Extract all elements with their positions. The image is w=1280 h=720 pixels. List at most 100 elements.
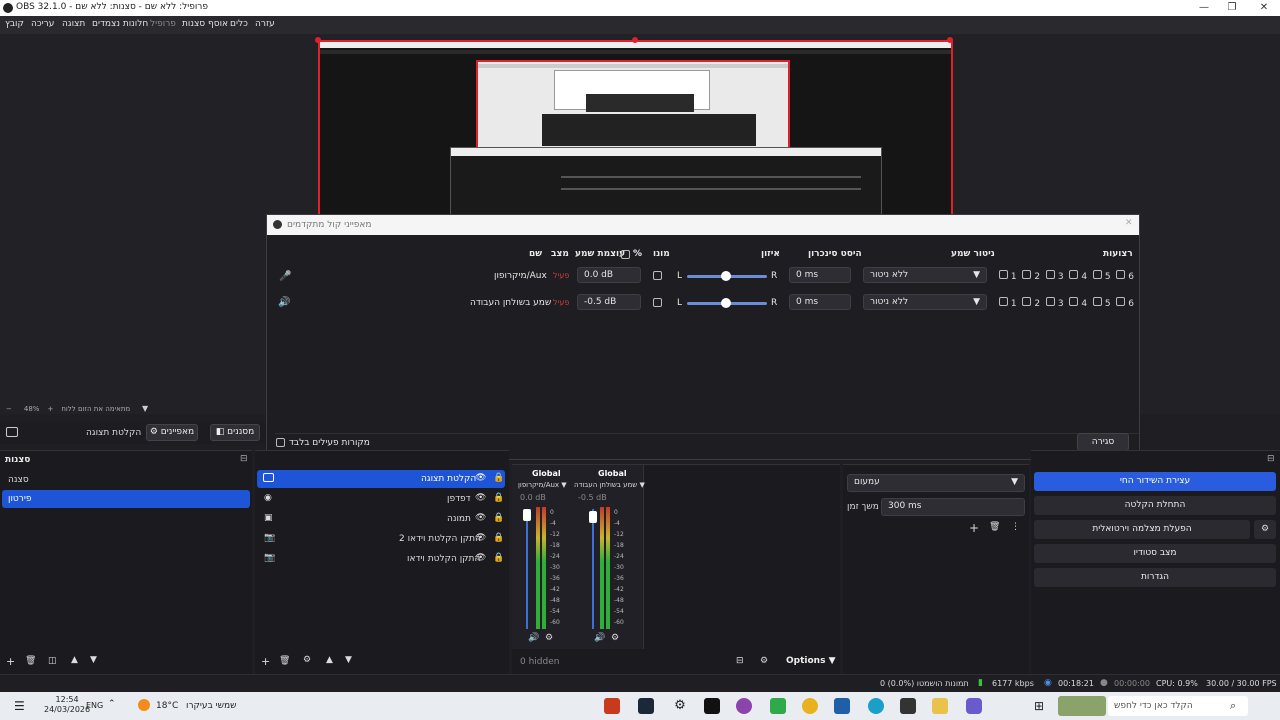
lock-icon[interactable]: 🔒: [493, 473, 504, 483]
volume-input[interactable]: 0.0 dB: [577, 267, 641, 283]
settings-button[interactable]: הגדרות: [1034, 568, 1276, 587]
scene-item-selected[interactable]: פירטון: [2, 490, 250, 508]
app-icon[interactable]: [834, 698, 850, 714]
settings-taskbar-icon[interactable]: ⚙: [672, 698, 688, 714]
duration-input[interactable]: 300 ms: [881, 498, 1025, 516]
lock-icon[interactable]: 🔒: [493, 553, 504, 563]
monitor-select[interactable]: ללא ניטור ▼: [863, 294, 987, 310]
app-icon[interactable]: [736, 698, 752, 714]
menu-view[interactable]: תצוגה: [62, 19, 85, 29]
lock-icon[interactable]: 🔒: [493, 513, 504, 523]
source-item[interactable]: ◉ דפדפן 👁 🔒: [257, 490, 505, 508]
dock-menu-icon[interactable]: ⊟: [240, 454, 248, 464]
track-checkboxes[interactable]: 1 2 3 4 5 6: [999, 297, 1134, 309]
transition-select[interactable]: עמעום ▼: [847, 474, 1025, 492]
layout-icon[interactable]: ⊟: [736, 656, 744, 666]
move-down-icon[interactable]: ▼: [90, 655, 97, 665]
mono-checkbox[interactable]: [653, 298, 662, 307]
eye-icon[interactable]: 👁: [475, 493, 486, 503]
add-source-icon[interactable]: +: [261, 655, 270, 668]
remove-scene-icon[interactable]: 🗑: [25, 656, 36, 666]
filters-button[interactable]: ◧ מסננים: [210, 424, 260, 441]
stop-streaming-button[interactable]: עצירת השידור החי: [1034, 472, 1276, 491]
remove-transition-icon[interactable]: 🗑: [989, 522, 1000, 532]
close-button[interactable]: סגירה: [1077, 433, 1129, 451]
move-down-icon[interactable]: ▼: [345, 655, 352, 665]
balance-knob[interactable]: [721, 298, 731, 308]
volume-fader[interactable]: [592, 509, 594, 629]
percent-checkbox[interactable]: [621, 250, 630, 259]
transform-handle[interactable]: [315, 37, 321, 43]
maximize-icon[interactable]: ❐: [1216, 0, 1248, 16]
transform-handle[interactable]: [632, 37, 638, 43]
mixer-channel-name[interactable]: מיקרופון/Aux ▼: [518, 481, 567, 489]
weather-text[interactable]: שמשי בעיקרו: [186, 701, 237, 711]
active-only-checkbox[interactable]: [276, 438, 285, 447]
mute-speaker-icon[interactable]: 🔊: [528, 633, 539, 643]
tray-chevron-icon[interactable]: ⌃: [108, 699, 116, 709]
task-view-icon[interactable]: ⊞: [1034, 699, 1044, 713]
search-icon[interactable]: ⌕: [1230, 699, 1236, 713]
dock-menu-icon[interactable]: ⊟: [1267, 454, 1275, 464]
eye-icon[interactable]: 👁: [475, 513, 486, 523]
source-item[interactable]: 📷 התקן הקלטת וידאו 2 👁 🔒: [257, 530, 505, 548]
source-item-selected[interactable]: הקלטת תצוגה 👁 🔒: [257, 470, 505, 488]
start-recording-button[interactable]: התחלת הקלטה: [1034, 496, 1276, 515]
menu-help[interactable]: עזרה: [255, 19, 275, 29]
move-up-icon[interactable]: ▲: [326, 655, 333, 665]
mixer-settings-icon[interactable]: ⚙: [611, 633, 619, 643]
volume-input[interactable]: -0.5 dB: [577, 294, 641, 310]
balance-knob[interactable]: [721, 271, 731, 281]
virtual-camera-settings-icon[interactable]: ⚙: [1254, 520, 1276, 539]
start-virtual-camera-button[interactable]: הפעלת מצלמה וירטואלית: [1034, 520, 1250, 539]
move-up-icon[interactable]: ▲: [71, 655, 78, 665]
add-transition-icon[interactable]: +: [969, 521, 979, 535]
track-checkboxes[interactable]: 1 2 3 4 5 6: [999, 270, 1134, 282]
eye-icon[interactable]: 👁: [475, 553, 486, 563]
sync-offset-input[interactable]: 0 ms: [789, 294, 851, 310]
lock-icon[interactable]: 🔒: [493, 493, 504, 503]
volume-fader[interactable]: [526, 509, 528, 629]
source-properties-icon[interactable]: ⚙: [303, 655, 311, 665]
mixer-channel-name[interactable]: שמע בשולחן העבודה ▼: [574, 481, 645, 489]
mute-speaker-icon[interactable]: 🔊: [594, 633, 605, 643]
chrome-icon[interactable]: [802, 698, 818, 714]
remove-source-icon[interactable]: 🗑: [279, 656, 290, 666]
transform-handle[interactable]: [947, 37, 953, 43]
menu-file[interactable]: קובץ: [5, 19, 24, 29]
copilot-icon[interactable]: [966, 698, 982, 714]
fader-handle[interactable]: [523, 509, 531, 521]
source-item[interactable]: ▣ תמונה 👁 🔒: [257, 510, 505, 528]
menu-scene-collection[interactable]: אוסף סצנות: [182, 19, 228, 29]
steam-icon[interactable]: [638, 698, 654, 714]
lock-icon[interactable]: 🔒: [493, 533, 504, 543]
zoom-dropdown-icon[interactable]: ▼: [142, 404, 148, 413]
menu-docks[interactable]: חלונות נצמדים: [92, 19, 148, 29]
options-button[interactable]: Options ▼: [786, 656, 836, 666]
weather-temp[interactable]: 18°C: [156, 701, 178, 711]
epic-games-icon[interactable]: [704, 698, 720, 714]
add-scene-icon[interactable]: +: [6, 655, 15, 668]
advanced-audio-icon[interactable]: ⚙: [760, 656, 768, 666]
notifications-icon[interactable]: ☰: [14, 699, 25, 713]
eye-icon[interactable]: 👁: [475, 473, 486, 483]
file-explorer-icon[interactable]: [932, 698, 948, 714]
menu-edit[interactable]: עריכה: [31, 19, 54, 29]
sync-offset-input[interactable]: 0 ms: [789, 267, 851, 283]
app-icon[interactable]: [770, 698, 786, 714]
fader-handle[interactable]: [589, 511, 597, 523]
scene-filters-icon[interactable]: ◫: [48, 656, 57, 666]
language-indicator[interactable]: ENG: [86, 701, 103, 710]
store-icon[interactable]: [900, 698, 916, 714]
menu-profile[interactable]: פרופיל: [150, 19, 176, 29]
scene-item[interactable]: סצנה: [2, 471, 250, 489]
properties-button[interactable]: ⚙ מאפיינים: [146, 424, 198, 441]
mixer-settings-icon[interactable]: ⚙: [545, 633, 553, 643]
search-input[interactable]: הקלד כאן כדי לחפש: [1108, 696, 1248, 716]
eye-icon[interactable]: 👁: [475, 533, 486, 543]
more-options-icon[interactable]: ⋮: [1011, 522, 1020, 532]
mono-checkbox[interactable]: [653, 271, 662, 280]
close-icon[interactable]: ✕: [1125, 218, 1133, 228]
clock[interactable]: 12:54 24/03/2026: [44, 695, 90, 715]
studio-mode-button[interactable]: מצב סטודיו: [1034, 544, 1276, 563]
